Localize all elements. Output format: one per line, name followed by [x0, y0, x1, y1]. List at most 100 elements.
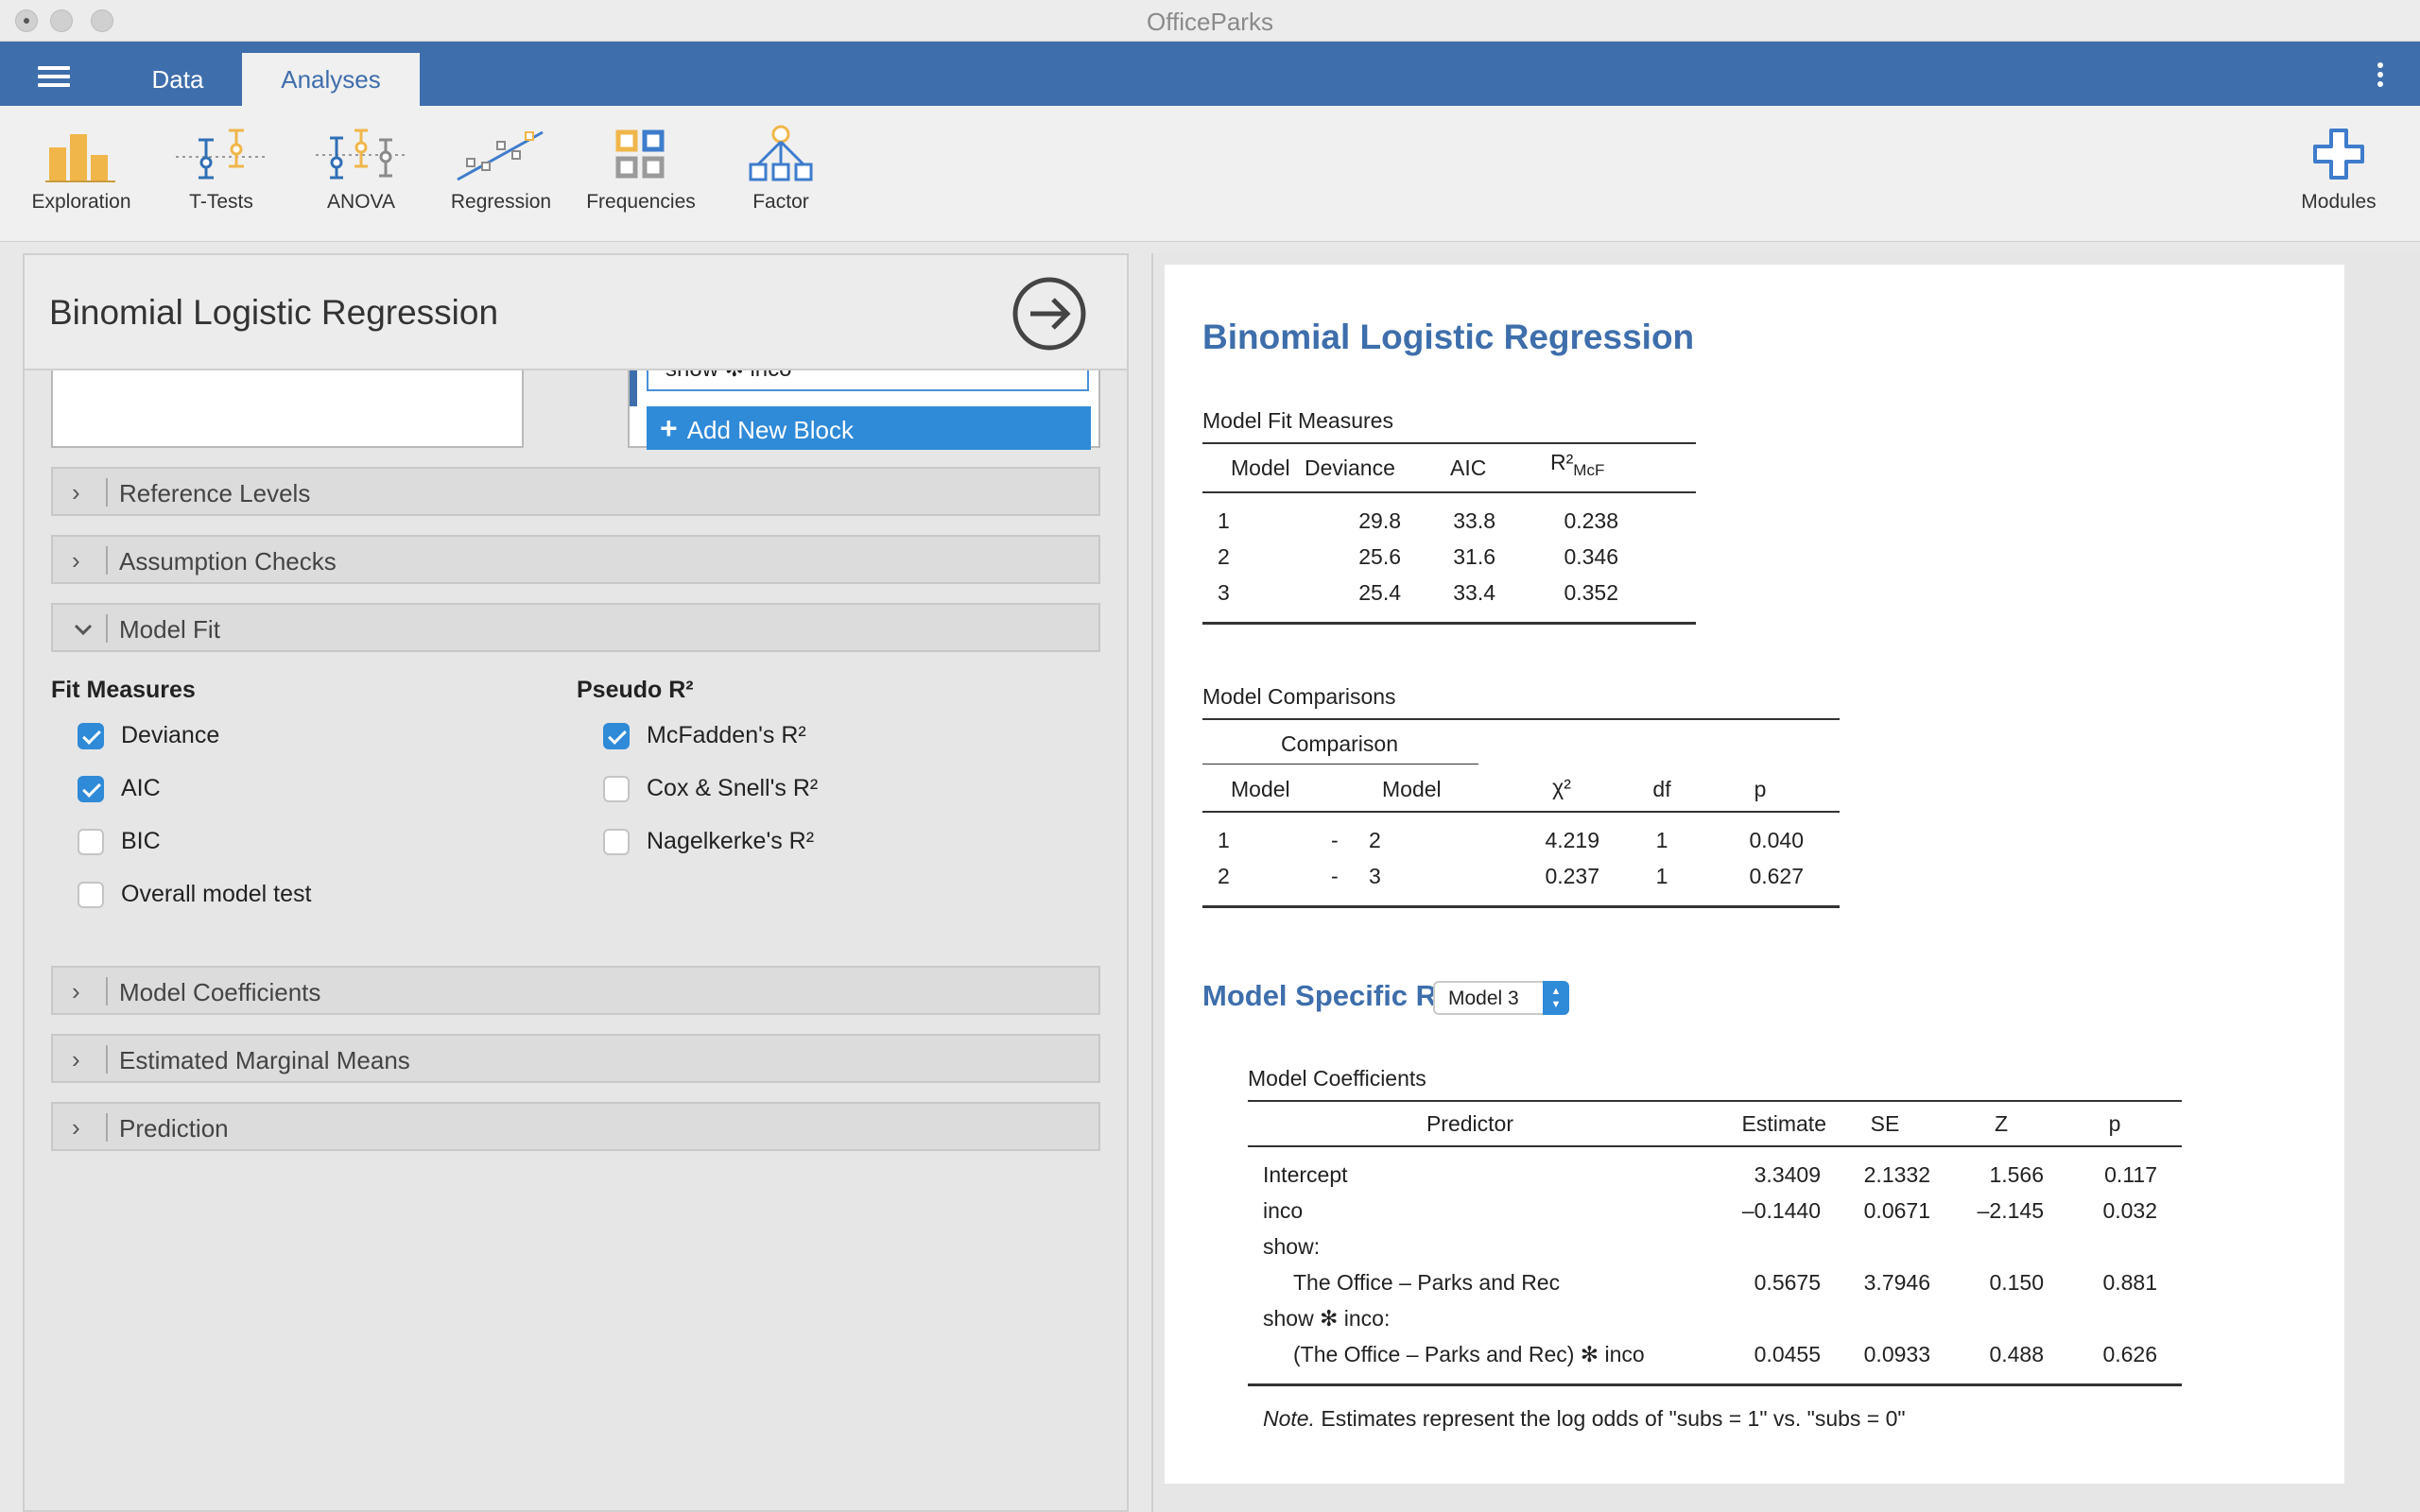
cell: 33.8 [1453, 508, 1495, 533]
cell: show ✻ inco: [1263, 1306, 1391, 1331]
model-comparisons-caption: Model Comparisons [1202, 684, 1396, 709]
cell: (The Office – Parks and Rec) ✻ inco [1293, 1342, 1645, 1366]
col-header-model-2: Model [1382, 777, 1442, 801]
regression-icon [457, 130, 544, 181]
checkbox-unchecked[interactable] [78, 829, 104, 855]
cell: 0.5675 [1754, 1270, 1821, 1295]
plus-icon: + [660, 411, 678, 445]
section-model-coefficients[interactable]: › Model Coefficients [51, 966, 1100, 1015]
cell: 0.0933 [1863, 1342, 1930, 1366]
checkbox-checked[interactable] [78, 723, 104, 749]
cell: 25.4 [1358, 580, 1401, 605]
cell: 0.488 [1989, 1342, 2044, 1366]
section-separator [106, 614, 108, 643]
checkbox-checked[interactable] [603, 723, 630, 749]
ribbon-factor[interactable]: Factor [715, 123, 847, 214]
results-document: Binomial Logistic Regression Model Fit M… [1165, 265, 2344, 1484]
section-assumption-checks[interactable]: › Assumption Checks [51, 535, 1100, 584]
cell: 1.566 [1989, 1162, 2044, 1187]
col-header-model: Model [1231, 455, 1290, 480]
cell: 33.4 [1453, 580, 1495, 605]
options-panel: Binomial Logistic Regression show ✻ inco… [23, 253, 1129, 1512]
checkbox-checked[interactable] [78, 776, 104, 802]
tab-data[interactable]: Data [113, 53, 242, 106]
section-separator [106, 478, 108, 507]
cell: inco [1263, 1198, 1304, 1223]
checkbox-unchecked[interactable] [603, 776, 630, 802]
add-new-block-button[interactable]: + Add New Block [647, 406, 1091, 450]
section-label: Model Coefficients [119, 978, 321, 1006]
cell: 0.032 [2102, 1198, 2157, 1223]
col-header-p: p [2108, 1111, 2121, 1136]
chevron-updown-icon: ▲ ▼ [1543, 981, 1569, 1015]
section-model-fit[interactable]: Model Fit [51, 603, 1100, 652]
ribbon-modules[interactable]: Modules [2273, 123, 2405, 214]
options-body: show ✻ inco +Add New Block › Reference L… [25, 350, 1127, 1504]
ribbon-regression[interactable]: Regression [435, 123, 567, 214]
cell: - [1331, 864, 1339, 888]
cell: –0.1440 [1741, 1198, 1821, 1223]
cell: 0.040 [1749, 828, 1804, 852]
cell: 0.237 [1545, 864, 1599, 888]
model-select-dropdown[interactable]: Model 3 ▲ ▼ [1433, 981, 1569, 1015]
ribbon-label: Regression [450, 191, 552, 213]
section-reference-levels[interactable]: › Reference Levels [51, 467, 1100, 516]
tab-analyses[interactable]: Analyses [242, 53, 420, 106]
cell: 2.1332 [1863, 1162, 1930, 1187]
col-header-estimate: Estimate [1741, 1111, 1826, 1136]
cell: 3.3409 [1754, 1162, 1821, 1187]
note-label: Note. [1263, 1406, 1315, 1431]
table-rule [1202, 905, 1840, 908]
results-title: Binomial Logistic Regression [1202, 318, 1695, 356]
ribbon-t-tests[interactable]: T-Tests [155, 123, 287, 214]
cell: 3.7946 [1863, 1270, 1930, 1295]
cell: 0.0671 [1863, 1198, 1930, 1223]
bar-chart-icon [45, 134, 115, 182]
cell: 0.117 [2104, 1162, 2157, 1187]
checkbox-label: Cox & Snell's R² [647, 775, 819, 801]
factor-icon [749, 125, 813, 181]
cell: 0.881 [2102, 1270, 2157, 1295]
section-prediction[interactable]: › Prediction [51, 1102, 1100, 1151]
cell: 1 [1655, 828, 1668, 852]
arrow-right-circle-icon[interactable] [1011, 276, 1087, 352]
cell: 25.6 [1358, 544, 1401, 569]
table-note: Note. Estimates represent the log odds o… [1263, 1406, 1906, 1432]
section-separator [106, 1045, 108, 1074]
menu-icon[interactable] [38, 66, 70, 87]
checkbox-unchecked[interactable] [78, 882, 104, 908]
section-separator [106, 977, 108, 1005]
t-test-icon [176, 129, 267, 180]
anova-icon [316, 129, 406, 180]
col-header-aic: AIC [1450, 455, 1487, 480]
section-estimated-marginal-means[interactable]: › Estimated Marginal Means [51, 1034, 1100, 1083]
ribbon-label: Exploration [31, 191, 131, 213]
chevron-down-icon [74, 624, 93, 636]
cell: - [1331, 828, 1339, 852]
table-rule [1202, 718, 1840, 720]
fit-measures-heading: Fit Measures [51, 677, 196, 703]
section-label: Estimated Marginal Means [119, 1046, 410, 1074]
table-rule [1248, 1383, 2182, 1386]
checkbox-unchecked[interactable] [603, 829, 630, 855]
section-separator [106, 1113, 108, 1142]
note-text: Estimates represent the log odds of "sub… [1321, 1406, 1906, 1431]
chevron-right-icon: › [72, 977, 80, 1005]
chevron-right-icon: › [72, 546, 80, 575]
ribbon-anova[interactable]: ANOVA [295, 123, 427, 214]
cell: 29.8 [1358, 508, 1401, 533]
cell: 1 [1218, 828, 1230, 852]
ribbon-frequencies[interactable]: Frequencies [575, 123, 707, 214]
col-header-r2: R²McF [1550, 450, 1604, 479]
analyses-ribbon: Exploration T-Tests ANOVA Regression Fre… [0, 106, 2420, 242]
cell: 0.150 [1989, 1270, 2044, 1295]
checkbox-label: Deviance [121, 722, 220, 748]
more-options-icon[interactable] [2377, 62, 2385, 91]
cell: 4.219 [1545, 828, 1599, 852]
section-label: Prediction [119, 1114, 229, 1143]
window-title: OfficeParks [1147, 8, 1273, 36]
col-header-chi2: χ² [1552, 775, 1571, 799]
table-rule [1248, 1145, 2182, 1147]
ribbon-exploration[interactable]: Exploration [15, 123, 147, 214]
cell: 2 [1218, 864, 1230, 888]
